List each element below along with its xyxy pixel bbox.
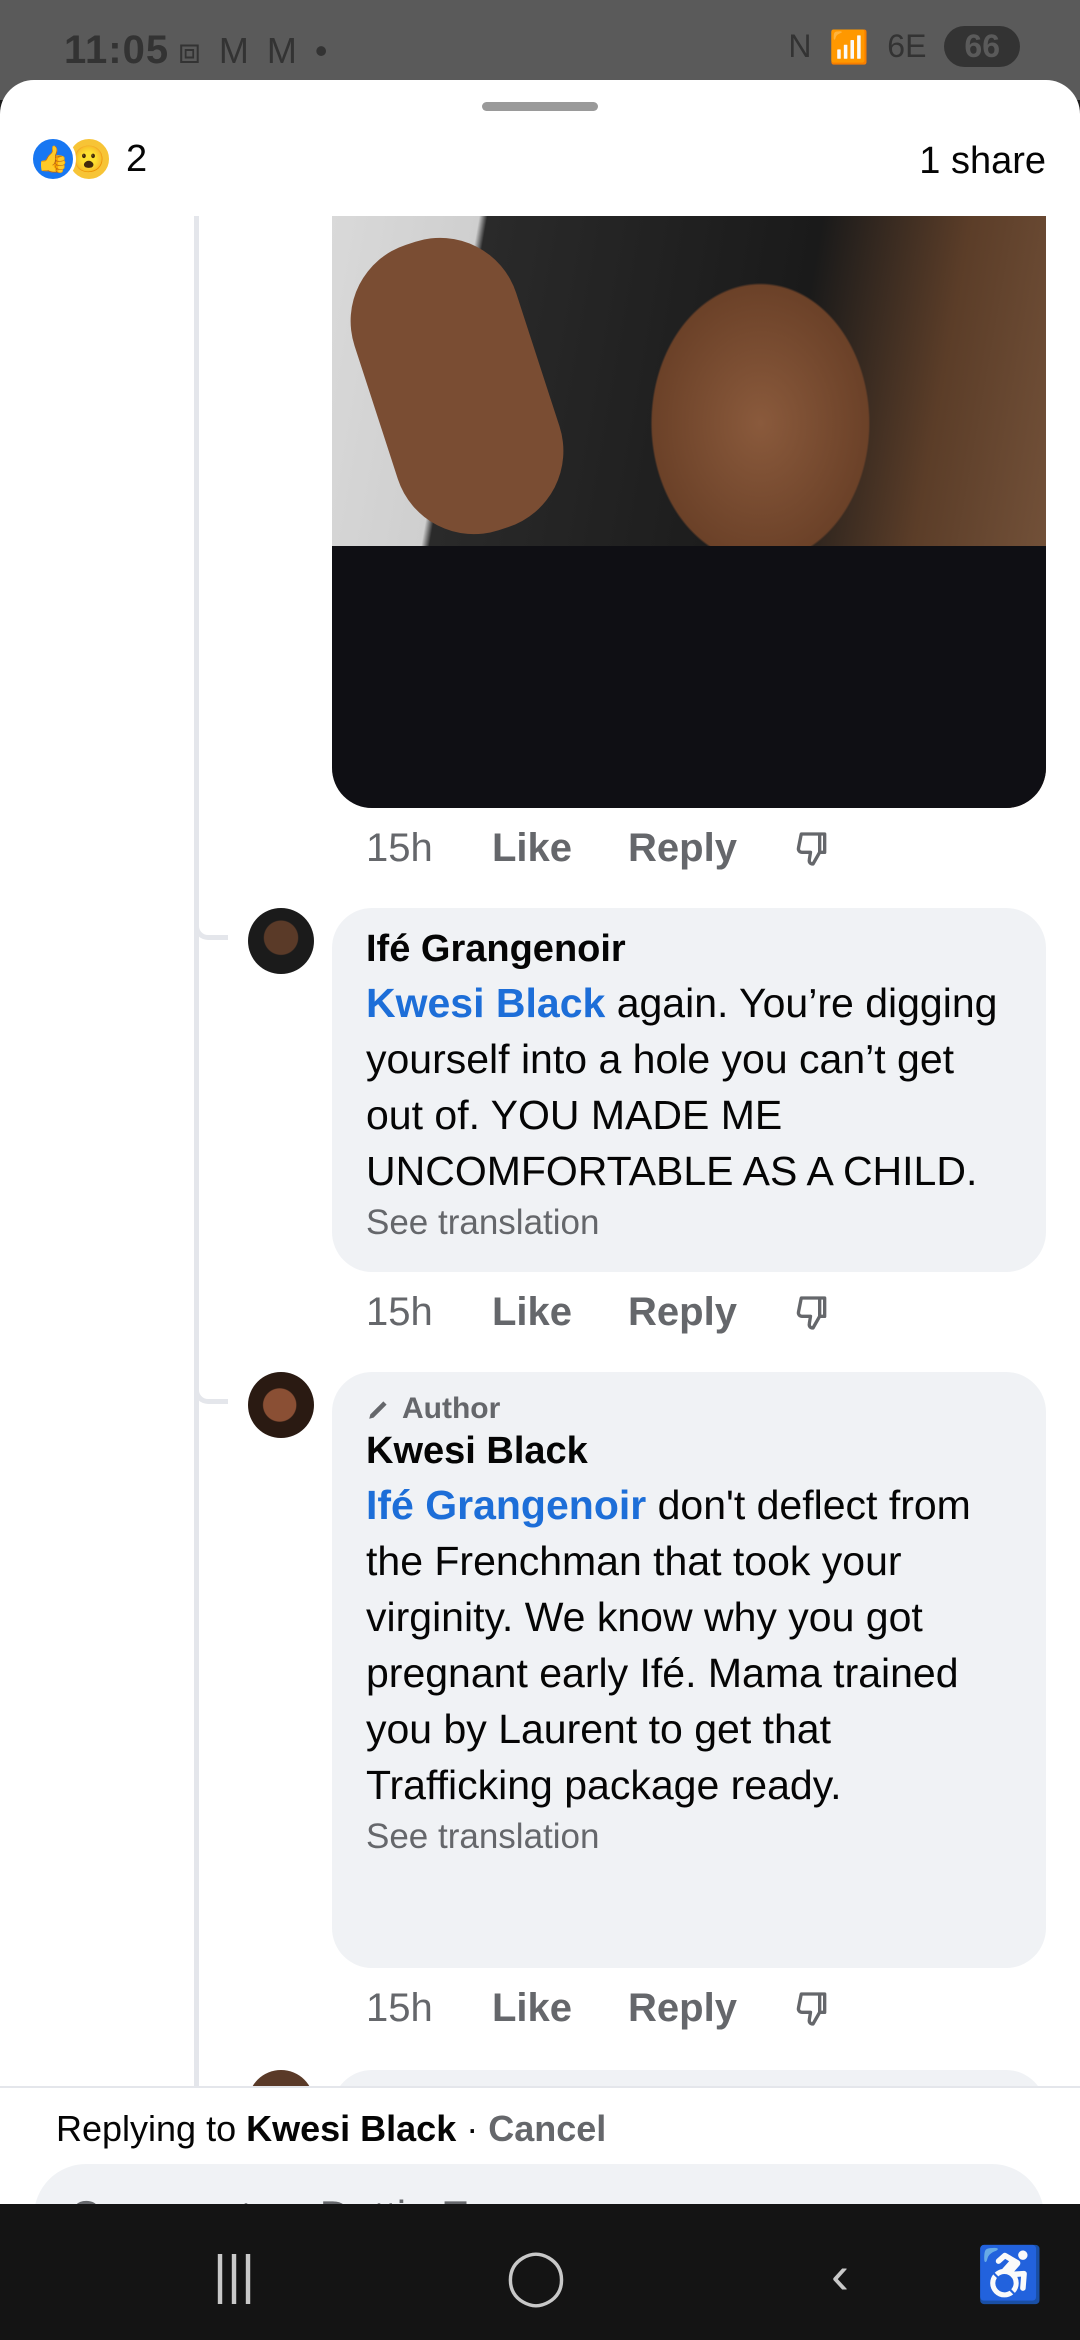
comment-time: 15h [366,1290,433,1334]
comment-bubble: Ifé Grangenoir Kwesi Black again. You’re… [332,908,1046,1272]
battery-icon: 66 [944,26,1020,67]
comment-photo[interactable] [332,216,1046,808]
system-nav-bar: ||| ◯ ‹ ♿ [0,2204,1080,2340]
thread-branch [194,1390,228,1404]
network-label: 6E [887,28,927,64]
photo-hand-shape [332,217,585,555]
comment-actions: 15h Like Reply [366,1290,833,1335]
reaction-count: 2 [126,137,148,180]
replying-to-label: Replying to Kwesi Black · Cancel [56,2108,606,2150]
avatar[interactable] [248,908,314,974]
thread-branch [194,926,228,940]
recent-apps-icon[interactable]: ||| [184,2244,284,2306]
comment-text: Ifé Grangenoir don't deflect from the Fr… [366,1477,1012,1813]
author-badge: Author [366,1392,1012,1426]
pencil-icon [369,1401,387,1419]
avatar[interactable] [248,1372,314,1438]
replying-prefix: Replying to [56,2108,247,2149]
sheet-drag-handle[interactable] [482,102,598,111]
comment-text: Kwesi Black again. You’re digging yourse… [366,975,1012,1199]
comment-actions: 15h Like Reply [366,1986,833,2031]
cancel-reply-button[interactable]: Cancel [488,2108,606,2149]
photo-shirt-shape [332,546,1046,808]
share-count[interactable]: 1 share [919,140,1046,183]
comment-author[interactable]: Kwesi Black [366,1430,1012,1473]
status-time: 11:05 [64,28,170,72]
thread-line [194,216,199,2116]
reaction-summary[interactable]: 👍 😮 2 [30,136,147,182]
separator: · [456,2108,489,2149]
see-translation-link[interactable]: See translation [366,1817,1012,1857]
status-right: N 📶 6E 66 [788,26,1020,67]
home-icon[interactable]: ◯ [486,2244,586,2307]
replying-name: Kwesi Black [246,2108,457,2149]
comment-author[interactable]: Ifé Grangenoir [366,928,1012,971]
nfc-icon: N [788,28,812,64]
accessibility-icon[interactable]: ♿ [960,2244,1060,2307]
like-button[interactable]: Like [492,1290,572,1335]
comment-bubble: Author Kwesi Black Ifé Grangenoir don't … [332,1372,1046,1968]
comment-input[interactable] [34,2164,1044,2204]
notification-icons: ⧈ M M • [178,30,332,71]
comments-sheet: 👍 😮 2 1 share 15h Like Reply Ifé Grangen… [0,80,1080,2204]
see-translation-link[interactable]: See translation [366,1203,1012,1243]
wifi-icon: 📶 [829,28,870,65]
dislike-icon[interactable] [793,1989,833,2029]
comment-time: 15h [366,1986,433,2030]
comment-text-body: don't deflect from the Frenchman that to… [366,1482,971,1808]
comment-actions: 15h Like Reply [366,826,833,871]
like-reaction-icon: 👍 [30,136,76,182]
dislike-icon[interactable] [793,1293,833,1333]
mention-link[interactable]: Ifé Grangenoir [366,1482,646,1528]
reply-button[interactable]: Reply [628,1986,737,2031]
reply-button[interactable]: Reply [628,826,737,871]
reply-composer: Replying to Kwesi Black · Cancel [0,2086,1080,2204]
mention-link[interactable]: Kwesi Black [366,980,605,1026]
reply-button[interactable]: Reply [628,1290,737,1335]
like-button[interactable]: Like [492,826,572,871]
dislike-icon[interactable] [793,829,833,869]
like-button[interactable]: Like [492,1986,572,2031]
author-badge-label: Author [402,1392,501,1425]
back-icon[interactable]: ‹ [790,2244,890,2306]
comment-time: 15h [366,826,433,870]
